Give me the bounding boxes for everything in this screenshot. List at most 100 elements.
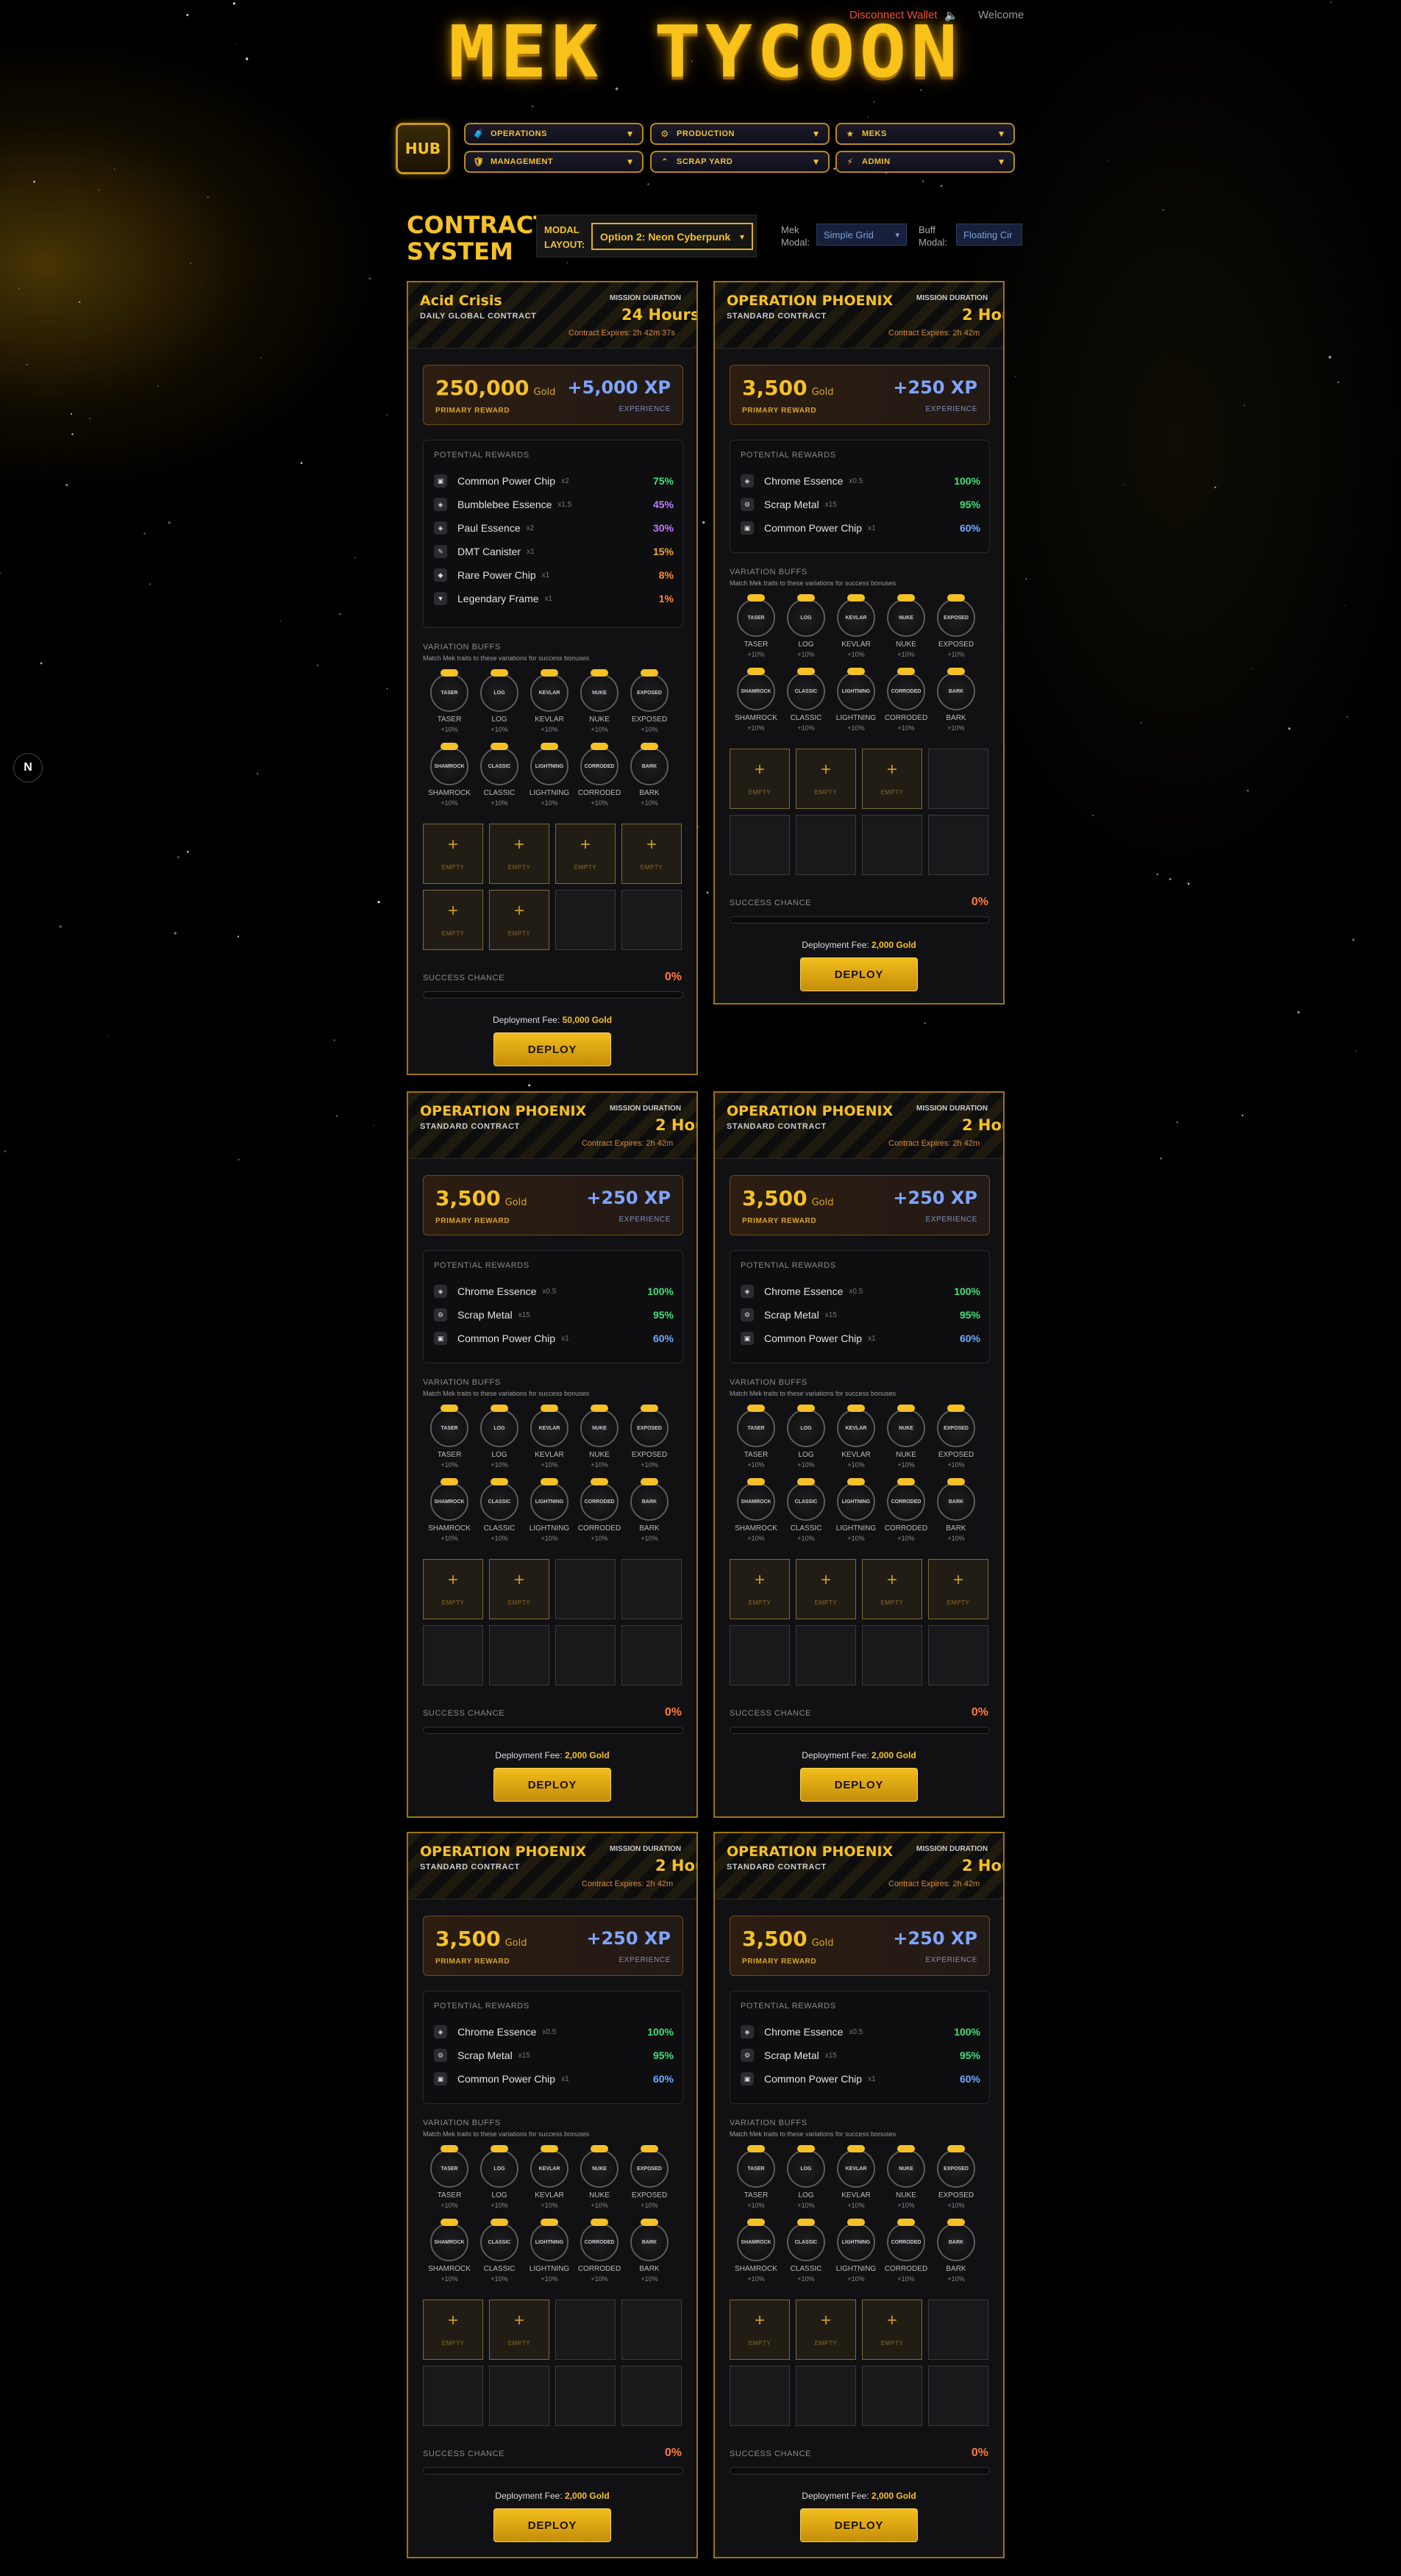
- variation-buff-nuke[interactable]: NUKE NUKE +10%: [884, 1405, 928, 1469]
- variation-buff-corroded[interactable]: CORRODED CORRODED +10%: [884, 2219, 928, 2283]
- mek-slot[interactable]: + EMPTY: [796, 749, 856, 809]
- variation-buff-exposed[interactable]: EXPOSED EXPOSED +10%: [934, 1405, 978, 1469]
- variation-buff-taser[interactable]: TASER TASER +10%: [734, 1405, 778, 1469]
- variation-buff-taser[interactable]: TASER TASER +10%: [427, 2145, 471, 2209]
- nav-operations-dropdown[interactable]: 🧳 OPERATIONS ▼: [464, 123, 644, 145]
- mek-slot[interactable]: + EMPTY: [489, 1559, 549, 1619]
- variation-buff-log[interactable]: LOG LOG +10%: [784, 594, 828, 658]
- mek-slot[interactable]: + EMPTY: [423, 824, 483, 884]
- variation-buff-bark[interactable]: BARK BARK +10%: [627, 1478, 671, 1542]
- variation-buff-lightning[interactable]: LIGHTNING LIGHTNING +10%: [527, 2219, 571, 2283]
- mek-modal-select[interactable]: Simple Grid ▾: [816, 224, 907, 246]
- buff-modal-select[interactable]: Floating Cir: [956, 224, 1022, 246]
- variation-buff-corroded[interactable]: CORRODED CORRODED +10%: [577, 1478, 621, 1542]
- variation-buff-lightning[interactable]: LIGHTNING LIGHTNING +10%: [834, 1478, 878, 1542]
- mek-slot[interactable]: + EMPTY: [730, 2300, 790, 2360]
- mek-slot[interactable]: + EMPTY: [489, 2300, 549, 2360]
- variation-buff-bark[interactable]: BARK BARK +10%: [934, 2219, 978, 2283]
- deploy-button[interactable]: DEPLOY: [800, 957, 918, 991]
- variation-buff-exposed[interactable]: EXPOSED EXPOSED +10%: [934, 2145, 978, 2209]
- variation-buff-bark[interactable]: BARK BARK +10%: [934, 1478, 978, 1542]
- variation-buff-shamrock[interactable]: SHAMROCK SHAMROCK +10%: [734, 2219, 778, 2283]
- variation-buff-exposed[interactable]: EXPOSED EXPOSED +10%: [627, 2145, 671, 2209]
- variation-buff-bark[interactable]: BARK BARK +10%: [934, 668, 978, 732]
- variation-buff-corroded[interactable]: CORRODED CORRODED +10%: [884, 1478, 928, 1542]
- mek-slot[interactable]: + EMPTY: [423, 2300, 483, 2360]
- variation-buff-kevlar[interactable]: KEVLAR KEVLAR +10%: [527, 2145, 571, 2209]
- variation-buff-nuke[interactable]: NUKE NUKE +10%: [884, 2145, 928, 2209]
- mek-slot: [423, 2366, 483, 2426]
- variation-buff-log[interactable]: LOG LOG +10%: [784, 1405, 828, 1469]
- deploy-button[interactable]: DEPLOY: [493, 2508, 611, 2542]
- mek-slot[interactable]: + EMPTY: [862, 749, 922, 809]
- variation-buff-lightning[interactable]: LIGHTNING LIGHTNING +10%: [834, 2219, 878, 2283]
- mek-slot[interactable]: + EMPTY: [423, 890, 483, 950]
- variation-buff-exposed[interactable]: EXPOSED EXPOSED +10%: [934, 594, 978, 658]
- nav-meks-dropdown[interactable]: ★ MEKS ▼: [835, 123, 1015, 145]
- variation-buff-taser[interactable]: TASER TASER +10%: [427, 669, 471, 733]
- variation-buff-classic[interactable]: CLASSIC CLASSIC +10%: [477, 1478, 521, 1542]
- variation-buff-classic[interactable]: CLASSIC CLASSIC +10%: [784, 2219, 828, 2283]
- variation-buff-bark[interactable]: BARK BARK +10%: [627, 2219, 671, 2283]
- variation-buff-kevlar[interactable]: KEVLAR KEVLAR +10%: [527, 1405, 571, 1469]
- variation-buff-kevlar[interactable]: KEVLAR KEVLAR +10%: [834, 594, 878, 658]
- variation-buff-log[interactable]: LOG LOG +10%: [477, 1405, 521, 1469]
- variation-buff-nuke[interactable]: NUKE NUKE +10%: [577, 669, 621, 733]
- essence-icon: ◈: [741, 2025, 754, 2038]
- variation-buff-shamrock[interactable]: SHAMROCK SHAMROCK +10%: [734, 668, 778, 732]
- variation-buff-classic[interactable]: CLASSIC CLASSIC +10%: [784, 668, 828, 732]
- mek-slot[interactable]: + EMPTY: [862, 2300, 922, 2360]
- contract-type: STANDARD CONTRACT: [727, 1863, 827, 1872]
- mek-slot[interactable]: + EMPTY: [796, 1559, 856, 1619]
- variation-buff-shamrock[interactable]: SHAMROCK SHAMROCK +10%: [427, 2219, 471, 2283]
- variation-buff-nuke[interactable]: NUKE NUKE +10%: [884, 594, 928, 658]
- mek-slot[interactable]: + EMPTY: [928, 1559, 988, 1619]
- deploy-button[interactable]: DEPLOY: [800, 2508, 918, 2542]
- variation-buff-lightning[interactable]: LIGHTNING LIGHTNING +10%: [834, 668, 878, 732]
- variation-buff-log[interactable]: LOG LOG +10%: [477, 2145, 521, 2209]
- mek-slot[interactable]: + EMPTY: [423, 1559, 483, 1619]
- nextjs-dev-icon[interactable]: N: [13, 753, 43, 782]
- mek-slot[interactable]: + EMPTY: [862, 1559, 922, 1619]
- variation-buff-log[interactable]: LOG LOG +10%: [477, 669, 521, 733]
- variation-buff-corroded[interactable]: CORRODED CORRODED +10%: [884, 668, 928, 732]
- mek-slot[interactable]: + EMPTY: [621, 824, 682, 884]
- mek-slot[interactable]: + EMPTY: [489, 824, 549, 884]
- variation-buff-shamrock[interactable]: SHAMROCK SHAMROCK +10%: [734, 1478, 778, 1542]
- variation-buff-kevlar[interactable]: KEVLAR KEVLAR +10%: [527, 669, 571, 733]
- nav-management-dropdown[interactable]: 🛡 MANAGEMENT ▼: [464, 151, 644, 173]
- variation-buff-bark[interactable]: BARK BARK +10%: [627, 743, 671, 807]
- mek-slot[interactable]: + EMPTY: [796, 2300, 856, 2360]
- variation-buff-classic[interactable]: CLASSIC CLASSIC +10%: [477, 2219, 521, 2283]
- variation-buff-corroded[interactable]: CORRODED CORRODED +10%: [577, 743, 621, 807]
- modal-layout-select[interactable]: Option 2: Neon Cyberpunk ▾: [591, 223, 753, 250]
- variation-buff-classic[interactable]: CLASSIC CLASSIC +10%: [784, 1478, 828, 1542]
- variation-buff-exposed[interactable]: EXPOSED EXPOSED +10%: [627, 1405, 671, 1469]
- variation-buff-nuke[interactable]: NUKE NUKE +10%: [577, 2145, 621, 2209]
- variation-buff-taser[interactable]: TASER TASER +10%: [734, 594, 778, 658]
- deploy-button[interactable]: DEPLOY: [493, 1768, 611, 1802]
- mek-slot[interactable]: + EMPTY: [730, 1559, 790, 1619]
- mek-slot[interactable]: + EMPTY: [489, 890, 549, 950]
- nav-scrap-yard-dropdown[interactable]: ⌃ SCRAP YARD ▼: [650, 151, 830, 173]
- variation-buff-exposed[interactable]: EXPOSED EXPOSED +10%: [627, 669, 671, 733]
- mek-slot[interactable]: + EMPTY: [730, 749, 790, 809]
- nav-production-dropdown[interactable]: ⚙ PRODUCTION ▼: [650, 123, 830, 145]
- nav-admin-dropdown[interactable]: ⚡ ADMIN ▼: [835, 151, 1015, 173]
- variation-buff-taser[interactable]: TASER TASER +10%: [734, 2145, 778, 2209]
- mek-slot[interactable]: + EMPTY: [555, 824, 616, 884]
- variation-buff-shamrock[interactable]: SHAMROCK SHAMROCK +10%: [427, 1478, 471, 1542]
- variation-buff-corroded[interactable]: CORRODED CORRODED +10%: [577, 2219, 621, 2283]
- variation-buff-kevlar[interactable]: KEVLAR KEVLAR +10%: [834, 1405, 878, 1469]
- variation-buff-classic[interactable]: CLASSIC CLASSIC +10%: [477, 743, 521, 807]
- deploy-button[interactable]: DEPLOY: [800, 1768, 918, 1802]
- hub-button[interactable]: HUB: [396, 123, 450, 174]
- variation-buff-lightning[interactable]: LIGHTNING LIGHTNING +10%: [527, 1478, 571, 1542]
- variation-buff-log[interactable]: LOG LOG +10%: [784, 2145, 828, 2209]
- variation-buff-kevlar[interactable]: KEVLAR KEVLAR +10%: [834, 2145, 878, 2209]
- deploy-button[interactable]: DEPLOY: [493, 1032, 611, 1066]
- variation-buff-taser[interactable]: TASER TASER +10%: [427, 1405, 471, 1469]
- variation-buff-shamrock[interactable]: SHAMROCK SHAMROCK +10%: [427, 743, 471, 807]
- variation-buff-nuke[interactable]: NUKE NUKE +10%: [577, 1405, 621, 1469]
- variation-buff-lightning[interactable]: LIGHTNING LIGHTNING +10%: [527, 743, 571, 807]
